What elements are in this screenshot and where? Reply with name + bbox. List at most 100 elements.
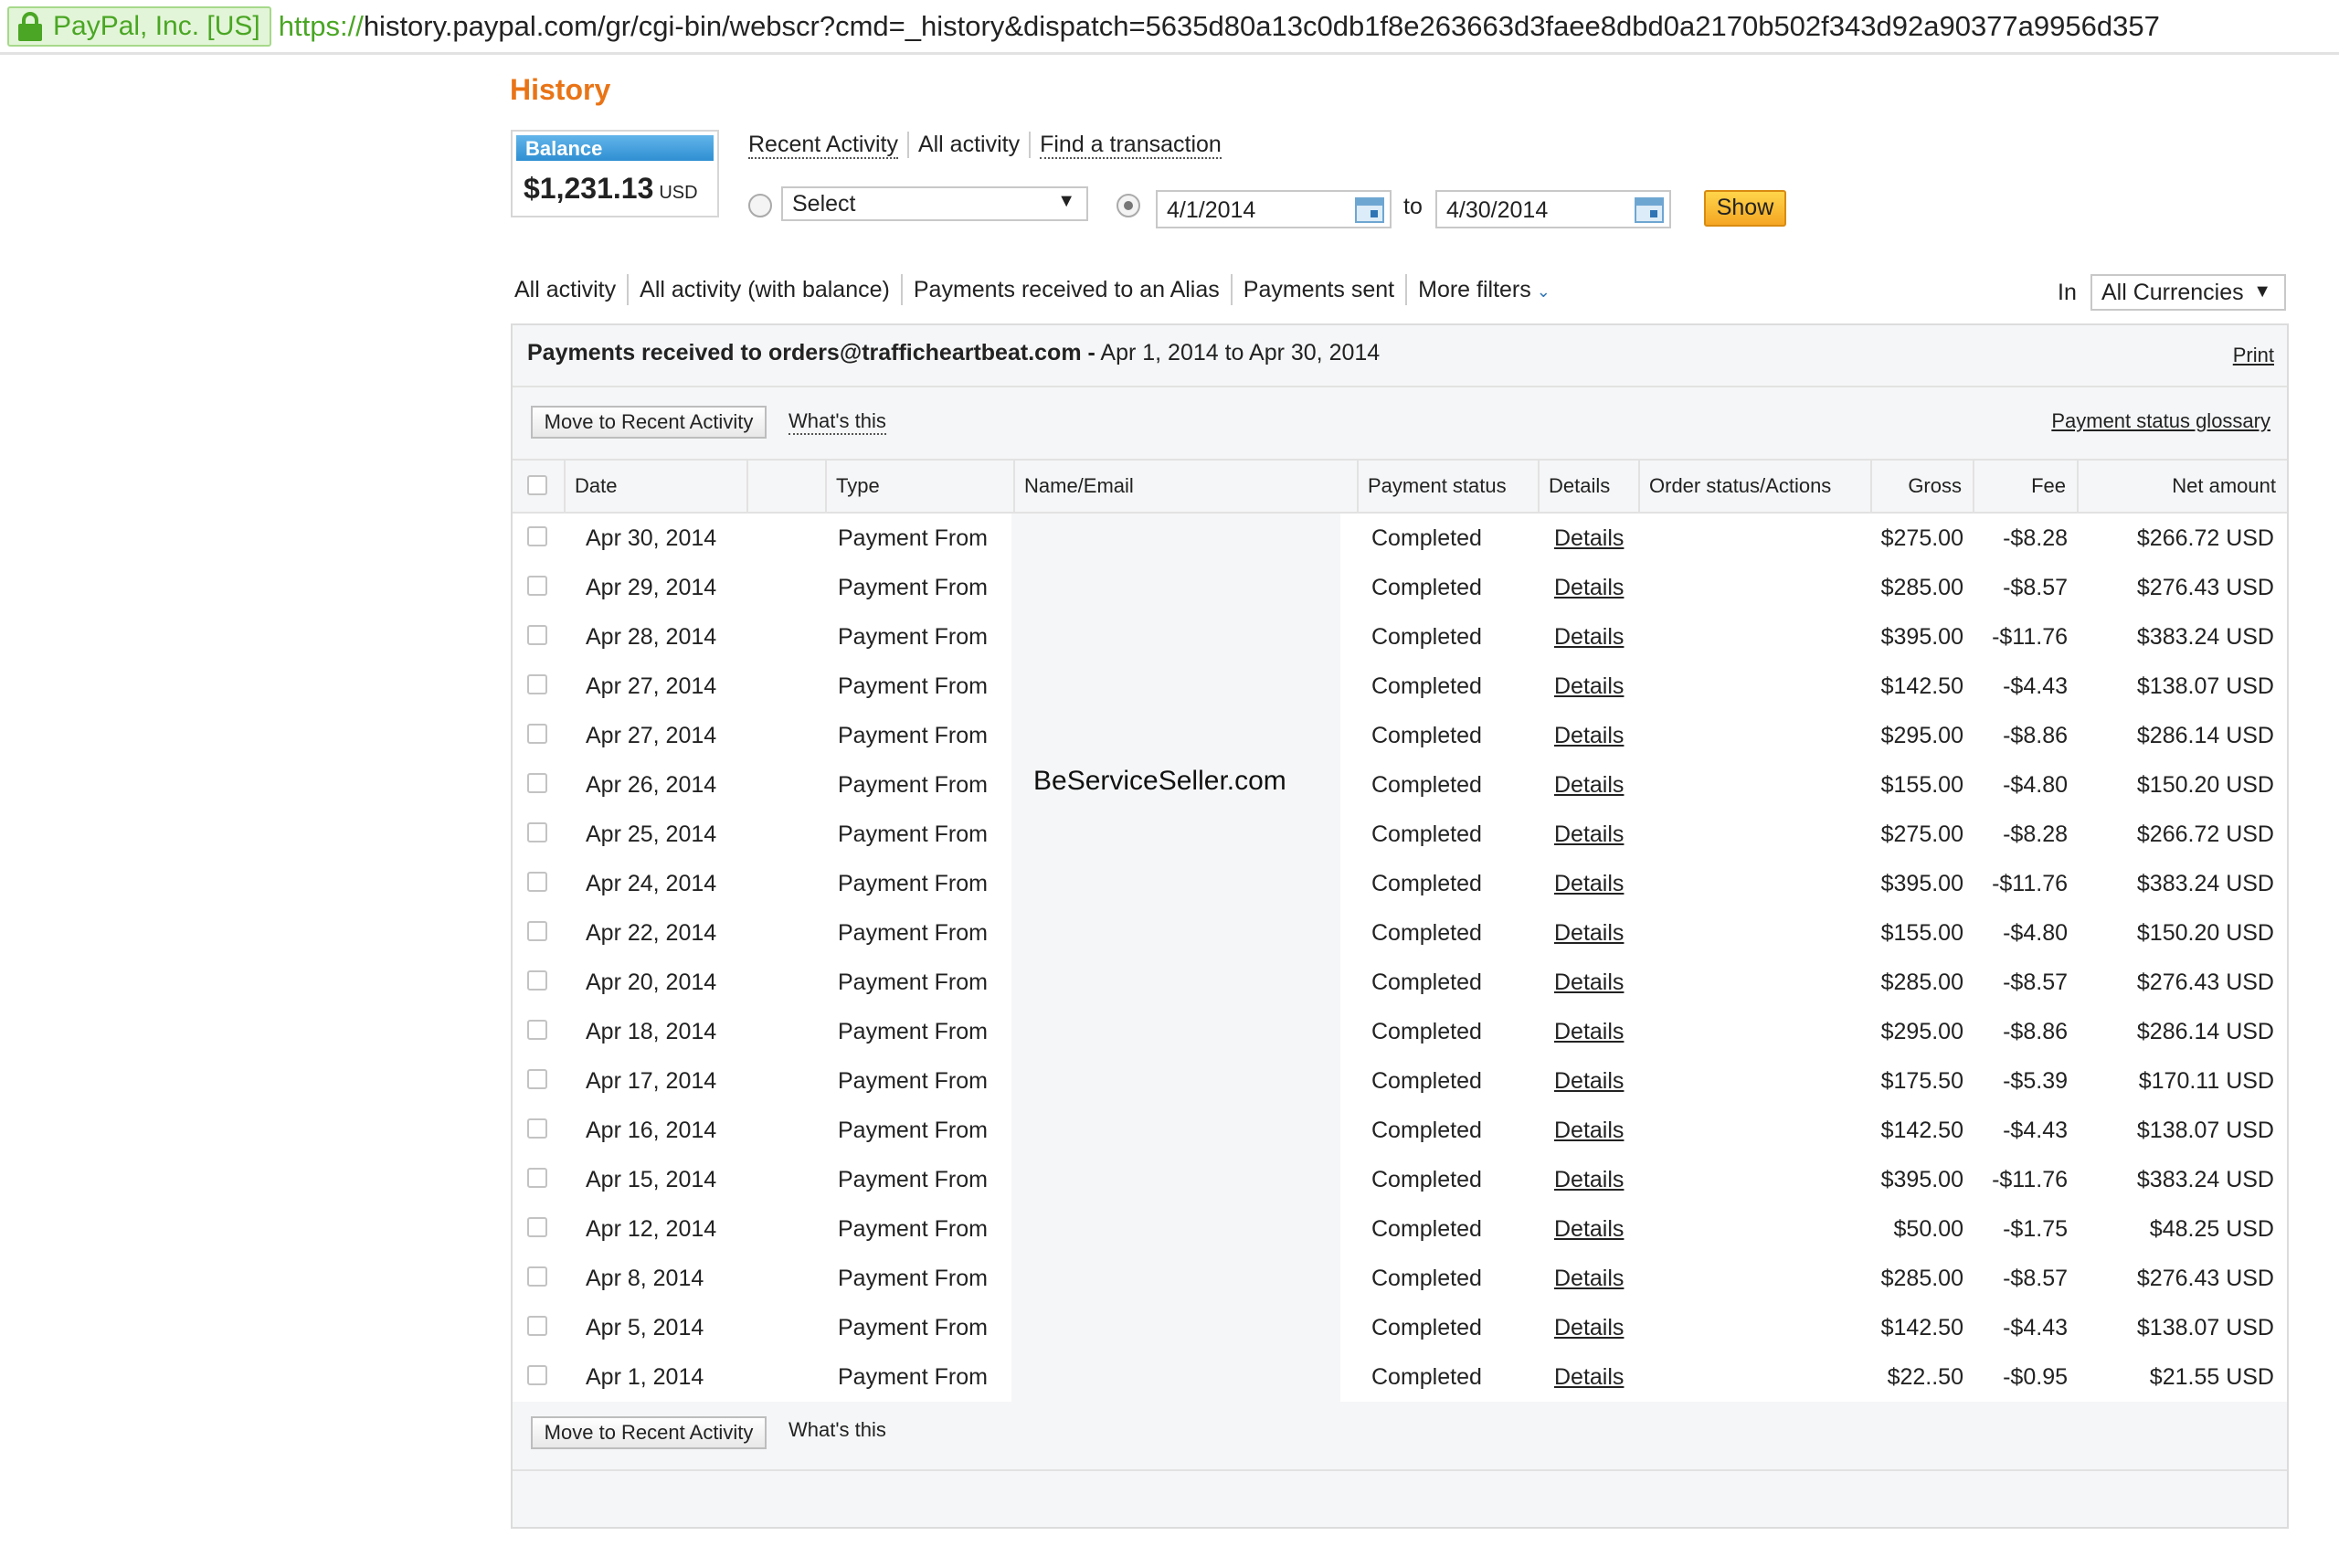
header-name-email[interactable]: Name/Email [1015, 461, 1359, 512]
row-checkbox[interactable] [527, 1020, 547, 1040]
row-checkbox[interactable] [527, 921, 547, 941]
header-fee[interactable]: Fee [1974, 461, 2079, 512]
header-date[interactable]: Date [566, 461, 748, 512]
table-row[interactable]: Apr 12, 2014 Payment From Completed Details… [513, 1204, 2287, 1254]
select-all-checkbox[interactable] [527, 475, 547, 495]
header-payment-status[interactable]: Payment status [1359, 461, 1540, 512]
table-row[interactable]: Apr 24, 2014 Payment From Completed Details… [513, 859, 2287, 908]
row-checkbox[interactable] [527, 872, 547, 892]
filter-all-activity[interactable]: All activity [512, 274, 630, 305]
row-net-amount: $286.14 USD [2136, 1019, 2274, 1044]
row-details-link[interactable]: Details [1554, 859, 1624, 908]
row-gross: $142.50 [1880, 1118, 1963, 1143]
table-row[interactable]: Apr 8, 2014 Payment From Completed Details $… [513, 1254, 2287, 1303]
row-details-link[interactable]: Details [1554, 958, 1624, 1007]
ev-certificate-badge[interactable]: PayPal, Inc. [US] [7, 5, 271, 47]
table-row[interactable]: Apr 25, 2014 Payment From Completed Details… [513, 810, 2287, 859]
row-details-link[interactable]: Details [1554, 1254, 1624, 1303]
header-type[interactable]: Type [827, 461, 1015, 512]
row-checkbox[interactable] [527, 773, 547, 793]
filter-more-filters[interactable]: More filters ⌄ [1407, 274, 1561, 305]
header-net-amount[interactable]: Net amount [2079, 461, 2287, 512]
row-details-link[interactable]: Details [1554, 514, 1624, 563]
table-row[interactable]: Apr 26, 2014 Payment From Completed Details… [513, 760, 2287, 810]
whats-this-link[interactable]: What's this [788, 409, 886, 435]
dropdown-arrow-icon: ▼ [2253, 281, 2271, 302]
row-details-link[interactable]: Details [1554, 1352, 1624, 1402]
row-checkbox[interactable] [527, 1118, 547, 1139]
page-title: History [510, 73, 611, 106]
payment-status-glossary-link[interactable]: Payment status glossary [2051, 409, 2270, 433]
row-fee: -$8.57 [2003, 1266, 2068, 1291]
row-type: Payment From [838, 871, 988, 896]
row-type: Payment From [838, 1068, 988, 1094]
row-checkbox[interactable] [527, 1069, 547, 1089]
row-details-link[interactable]: Details [1554, 662, 1624, 711]
row-checkbox[interactable] [527, 1168, 547, 1188]
whats-this-link-bottom[interactable]: What's this [788, 1418, 886, 1442]
address-bar[interactable]: PayPal, Inc. [US] https://history.paypal… [0, 0, 2339, 55]
row-details-link[interactable]: Details [1554, 1056, 1624, 1106]
tab-all-activity[interactable]: All activity [909, 132, 1032, 158]
header-gross[interactable]: Gross [1872, 461, 1974, 512]
row-checkbox[interactable] [527, 576, 547, 596]
calendar-icon[interactable] [1635, 197, 1664, 223]
row-checkbox[interactable] [527, 1365, 547, 1385]
row-net-amount: $150.20 USD [2136, 920, 2274, 946]
table-row[interactable]: Apr 27, 2014 Payment From Completed Details… [513, 662, 2287, 711]
tab-recent-activity[interactable]: Recent Activity [746, 132, 909, 159]
row-details-link[interactable]: Details [1554, 760, 1624, 810]
row-details-link[interactable]: Details [1554, 1155, 1624, 1204]
row-checkbox[interactable] [527, 1217, 547, 1237]
currency-select[interactable]: All Currencies ▼ [2090, 274, 2286, 311]
table-row[interactable]: Apr 27, 2014 Payment From Completed Details… [513, 711, 2287, 760]
table-row[interactable]: Apr 16, 2014 Payment From Completed Details… [513, 1106, 2287, 1155]
date-from-field[interactable]: 4/1/2014 [1156, 190, 1392, 228]
filter-payments-sent[interactable]: Payments sent [1233, 274, 1408, 305]
row-checkbox[interactable] [527, 970, 547, 991]
filter-payments-alias[interactable]: Payments received to an Alias [903, 274, 1233, 305]
row-fee: -$8.86 [2003, 723, 2068, 748]
row-details-link[interactable]: Details [1554, 908, 1624, 958]
period-select-radio[interactable] [748, 194, 772, 217]
row-details-link[interactable]: Details [1554, 1106, 1624, 1155]
row-details-link[interactable]: Details [1554, 810, 1624, 859]
row-checkbox[interactable] [527, 822, 547, 842]
row-net-amount: $383.24 USD [2136, 624, 2274, 650]
row-checkbox[interactable] [527, 1316, 547, 1336]
filter-all-activity-balance[interactable]: All activity (with balance) [629, 274, 903, 305]
calendar-icon[interactable] [1355, 197, 1384, 223]
row-checkbox[interactable] [527, 674, 547, 694]
table-row[interactable]: Apr 28, 2014 Payment From Completed Details… [513, 612, 2287, 662]
row-details-link[interactable]: Details [1554, 1007, 1624, 1056]
row-checkbox[interactable] [527, 1266, 547, 1287]
row-checkbox[interactable] [527, 526, 547, 546]
period-select[interactable]: Select ▼ [781, 186, 1088, 221]
table-row[interactable]: Apr 15, 2014 Payment From Completed Details… [513, 1155, 2287, 1204]
table-row[interactable]: Apr 20, 2014 Payment From Completed Details… [513, 958, 2287, 1007]
url-text[interactable]: https://history.paypal.com/gr/cgi-bin/we… [279, 10, 2160, 43]
row-details-link[interactable]: Details [1554, 1303, 1624, 1352]
table-row[interactable]: Apr 22, 2014 Payment From Completed Details… [513, 908, 2287, 958]
print-link[interactable]: Print [2233, 344, 2274, 367]
move-to-recent-button[interactable]: Move to Recent Activity [531, 406, 767, 439]
table-row[interactable]: Apr 18, 2014 Payment From Completed Details… [513, 1007, 2287, 1056]
move-to-recent-button-bottom[interactable]: Move to Recent Activity [531, 1416, 767, 1449]
row-checkbox[interactable] [527, 724, 547, 744]
row-details-link[interactable]: Details [1554, 1204, 1624, 1254]
row-date: Apr 27, 2014 [586, 673, 717, 699]
table-row[interactable]: Apr 29, 2014 Payment From Completed Details… [513, 563, 2287, 612]
table-row[interactable]: Apr 17, 2014 Payment From Completed Details… [513, 1056, 2287, 1106]
row-checkbox[interactable] [527, 625, 547, 645]
table-row[interactable]: Apr 5, 2014 Payment From Completed Details $… [513, 1303, 2287, 1352]
table-row[interactable]: Apr 30, 2014 Payment From Completed Details… [513, 514, 2287, 563]
row-date: Apr 20, 2014 [586, 969, 717, 995]
show-button[interactable]: Show [1704, 190, 1786, 227]
date-range-radio[interactable] [1117, 194, 1140, 217]
table-row[interactable]: Apr 1, 2014 Payment From Completed Details $… [513, 1352, 2287, 1402]
row-details-link[interactable]: Details [1554, 711, 1624, 760]
date-to-field[interactable]: 4/30/2014 [1435, 190, 1671, 228]
tab-find-transaction[interactable]: Find a transaction [1031, 132, 1231, 159]
row-details-link[interactable]: Details [1554, 612, 1624, 662]
row-details-link[interactable]: Details [1554, 563, 1624, 612]
